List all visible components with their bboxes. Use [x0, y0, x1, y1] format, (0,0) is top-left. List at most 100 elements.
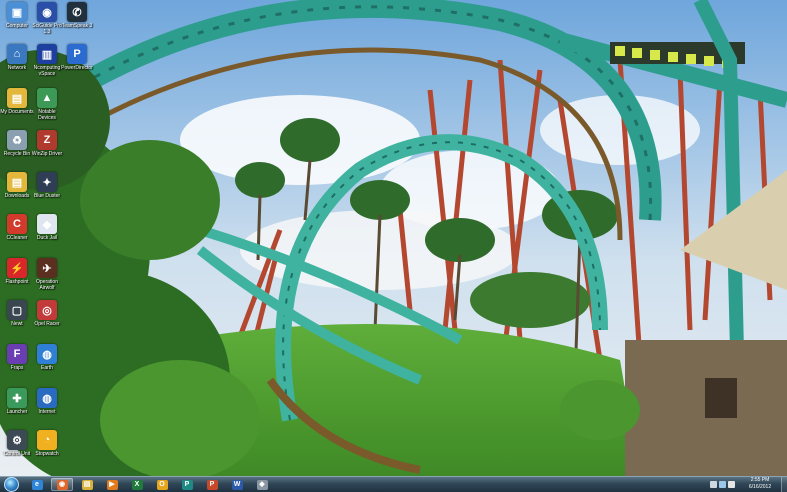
desktop-icon[interactable]: C CCleaner [0, 214, 34, 241]
launcher-icon: ✚ [7, 388, 27, 408]
desktop-icon-label: Operation Airwolf [36, 279, 58, 291]
desktop-icon-label: PowerDirector [61, 65, 93, 71]
desktop-icon-label: Network [7, 65, 27, 71]
opel-racer-icon: ◎ [37, 300, 57, 320]
desktop-icon-label: Recycle Bin [3, 151, 31, 157]
taskbar-button[interactable]: P [176, 478, 198, 491]
desktop-icon-label: SciGuide Pro 1.3 [32, 23, 62, 35]
start-button[interactable] [1, 477, 21, 492]
desktop-icon[interactable]: ▤ My Documents [0, 88, 34, 115]
notable-icon: ▲ [37, 88, 57, 108]
desktop-icon-label: Notable Devices [38, 109, 56, 121]
desktop-icon-label: Computer [6, 23, 28, 29]
desktop-icon[interactable]: ▤ Downloads [0, 172, 34, 199]
desktop-icon[interactable]: ♻ Recycle Bin [0, 130, 34, 157]
flashpoint-icon: ⚡ [7, 258, 27, 278]
desktop-icon-label: Newt [11, 321, 23, 327]
desktop-icon[interactable]: Z WinZip Driver [30, 130, 64, 157]
outlook-icon: O [156, 479, 168, 490]
tray-arrow-icon[interactable] [710, 481, 717, 488]
desktop-icon[interactable]: F Fraps [0, 344, 34, 371]
earth-icon: ◍ [37, 344, 57, 364]
desktop-icon[interactable]: ✦ Blue Duster [30, 172, 64, 199]
clock-time: 2:55 PM [750, 477, 770, 483]
desktop-icon-label: Internet [38, 409, 56, 415]
taskbar-button[interactable]: X [126, 478, 148, 491]
word-icon: W [231, 479, 243, 490]
clock[interactable]: 2:55 PM 6/16/2012 [741, 477, 779, 491]
desktop-icon-label: CCleaner [6, 235, 28, 241]
powerpoint-icon: P [206, 479, 218, 490]
app-icon: ◆ [256, 479, 268, 490]
airwolf-icon: ✈ [37, 258, 57, 278]
firefox-icon: ◉ [56, 479, 68, 490]
taskbar-button[interactable]: ▤ [76, 478, 98, 491]
desktop-icon[interactable]: ▲ Notable Devices [30, 88, 64, 121]
desktop-icon-grid: ▣ Computer ◉ SciGuide Pro 1.3 ✆ TeamSpeak 3 ⌂ N… [0, 0, 120, 476]
desktop-icon-label: Stopwatch [35, 451, 59, 457]
recycle-bin-icon: ♻ [7, 130, 27, 150]
desktop-icon[interactable]: ◆ Duck Jail [30, 214, 64, 241]
desktop-icon[interactable]: ◎ Opel Racer [30, 300, 64, 327]
ccleaner-icon: C [7, 214, 27, 234]
desktop-icon-label: TeamSpeak 3 [61, 23, 93, 29]
desktop-icon[interactable]: ✆ TeamSpeak 3 [60, 2, 94, 29]
desktop-icon-label: Fraps [10, 365, 24, 371]
desktop-icon[interactable]: ✚ Launcher [0, 388, 34, 415]
control-unit-icon: ⚙ [7, 430, 27, 450]
desktop-icon-label: Control Unit [3, 451, 31, 457]
blue-duster-icon: ✦ [37, 172, 57, 192]
taskbar-button[interactable]: ◆ [251, 478, 273, 491]
desktop-icon[interactable]: ◔ Stopwatch [30, 430, 64, 457]
desktop-icon[interactable]: ◍ Internet [30, 388, 64, 415]
desktop-icon[interactable]: ⚡ Flashpoint [0, 258, 34, 285]
volume-tray-icon[interactable] [728, 481, 735, 488]
newt-icon: ▢ [7, 300, 27, 320]
desktop-icon-label: Ncomputing vSpace [33, 65, 61, 77]
duck-jail-icon: ◆ [37, 214, 57, 234]
network-icon: ⌂ [7, 44, 27, 64]
desktop-icon-label: Downloads [4, 193, 30, 199]
show-desktop-button[interactable] [781, 477, 787, 492]
desktop-icon[interactable]: ▥ Ncomputing vSpace [30, 44, 64, 77]
desktop-icon[interactable]: ▢ Newt [0, 300, 34, 327]
desktop-icon[interactable]: ◍ Earth [30, 344, 64, 371]
downloads-folder-icon: ▤ [7, 172, 27, 192]
internet-explorer-icon: e [31, 479, 43, 490]
winzip-icon: Z [37, 130, 57, 150]
media-player-icon: ▶ [106, 479, 118, 490]
windows-orb-icon [3, 477, 19, 492]
taskbar-button[interactable]: ▶ [101, 478, 123, 491]
clock-date: 6/16/2012 [748, 484, 772, 490]
desktop[interactable]: ▣ Computer ◉ SciGuide Pro 1.3 ✆ TeamSpeak 3 ⌂ N… [0, 0, 787, 476]
powerdirector-icon: P [67, 44, 87, 64]
desktop-icon[interactable]: P PowerDirector [60, 44, 94, 71]
desktop-icon-label: Duck Jail [36, 235, 58, 241]
desktop-icon[interactable]: ⚙ Control Unit [0, 430, 34, 457]
desktop-icon[interactable]: ▣ Computer [0, 2, 34, 29]
explorer-folder-icon: ▤ [81, 479, 93, 490]
taskbar-button[interactable]: P [201, 478, 223, 491]
desktop-icon-label: Earth [41, 365, 53, 371]
desktop-icon[interactable]: ⌂ Network [0, 44, 34, 71]
desktop-icon[interactable]: ✈ Operation Airwolf [30, 258, 64, 291]
desktop-icon-label: Blue Duster [33, 193, 61, 199]
network-tray-icon[interactable] [719, 481, 726, 488]
taskbar-button[interactable]: ◉ [51, 478, 73, 491]
globe-icon: ◍ [37, 388, 57, 408]
desktop-icon-label: Flashpoint [5, 279, 29, 285]
teamspeak-icon: ✆ [67, 2, 87, 22]
desktop-icon[interactable]: ◉ SciGuide Pro 1.3 [30, 2, 64, 35]
sciguide-icon: ◉ [37, 2, 57, 22]
computer-icon: ▣ [7, 2, 27, 22]
stopwatch-icon: ◔ [37, 430, 57, 450]
system-tray: 2:55 PM 6/16/2012 [667, 477, 787, 492]
taskbar: e ◉ ▤ ▶ X O P P W ◆ 2:55 PM 6/16/2012 [0, 476, 787, 492]
taskbar-button[interactable]: e [26, 478, 48, 491]
folder-icon: ▤ [7, 88, 27, 108]
taskbar-button[interactable]: O [151, 478, 173, 491]
fraps-icon: F [7, 344, 27, 364]
desktop-icon-label: Launcher [6, 409, 28, 415]
taskbar-button[interactable]: W [226, 478, 248, 491]
publisher-icon: P [181, 479, 193, 490]
